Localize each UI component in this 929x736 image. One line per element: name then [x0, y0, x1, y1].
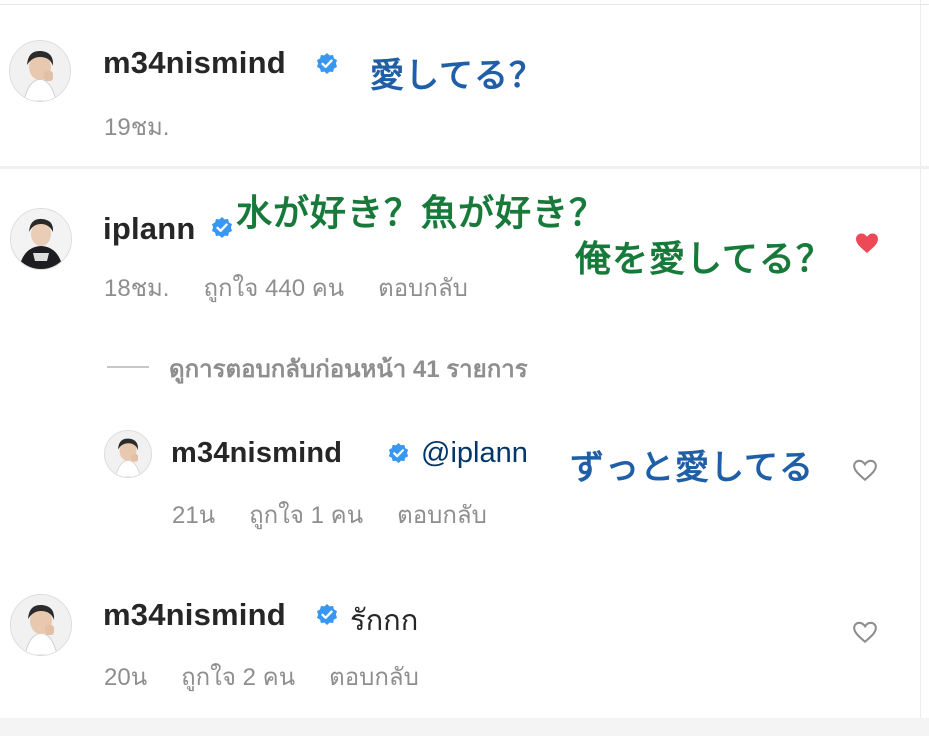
overlay-text-line2: 俺を愛してる？	[575, 239, 833, 280]
avatar[interactable]	[10, 594, 72, 656]
verified-badge-icon	[317, 53, 337, 74]
heart-icon[interactable]	[852, 458, 878, 482]
top-border	[0, 4, 929, 5]
overlay-text-line1: 水が好き？魚が好き？	[236, 193, 607, 234]
avatar[interactable]	[10, 208, 72, 270]
comment-meta: 20น ถูกใจ 2 คน ตอบกลับ	[104, 657, 419, 696]
mention-link[interactable]: @iplann	[421, 437, 528, 470]
right-border	[920, 0, 921, 736]
avatar[interactable]	[104, 430, 152, 478]
reply-button[interactable]: ตอบกลับ	[378, 275, 468, 302]
comment-time: 19ชม.	[104, 114, 170, 141]
likes-count[interactable]: ถูกใจ 2 คน	[181, 664, 295, 691]
reply-button[interactable]: ตอบกลับ	[329, 664, 419, 691]
reply-button[interactable]: ตอบกลับ	[397, 502, 487, 529]
comment-username[interactable]: m34nismind	[103, 597, 286, 633]
avatar[interactable]	[9, 40, 71, 102]
verified-badge-icon	[317, 604, 337, 625]
comment-text: รักกก	[350, 605, 419, 637]
overlay-text: ずっと愛してる	[570, 448, 814, 488]
comment-username[interactable]: m34nismind	[103, 45, 286, 81]
comment-time: 21น	[172, 502, 216, 529]
likes-count[interactable]: ถูกใจ 440 คน	[203, 275, 344, 302]
view-replies-line	[107, 366, 149, 368]
heart-icon[interactable]	[852, 620, 878, 644]
verified-badge-icon	[388, 442, 409, 464]
likes-count[interactable]: ถูกใจ 1 คน	[249, 502, 363, 529]
comment-username[interactable]: m34nismind	[171, 437, 342, 470]
comment-meta: 18ชม. ถูกใจ 440 คน ตอบกลับ	[104, 268, 468, 307]
comment-divider	[0, 166, 929, 169]
view-previous-replies-button[interactable]: ดูการตอบกลับก่อนหน้า 41 รายการ	[169, 349, 528, 388]
verified-badge-icon	[212, 217, 232, 238]
bottom-edge	[0, 718, 929, 736]
comment-time: 20น	[104, 664, 148, 691]
comment-meta: 21น ถูกใจ 1 คน ตอบกลับ	[172, 495, 487, 534]
comment-time: 18ชม.	[104, 275, 170, 302]
comment-username[interactable]: iplann	[103, 211, 195, 247]
overlay-text: 愛してる？	[370, 56, 544, 96]
heart-filled-icon[interactable]	[855, 232, 879, 254]
